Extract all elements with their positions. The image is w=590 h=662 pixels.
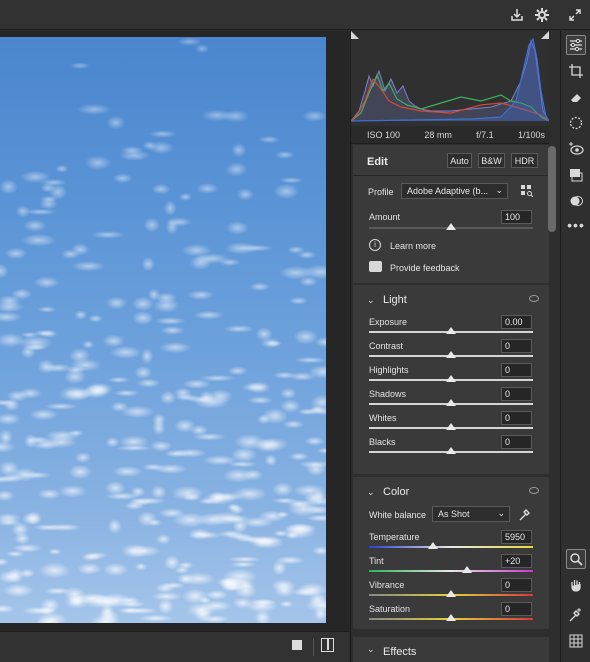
chevron-down-icon[interactable]: ⌄ xyxy=(367,644,375,655)
light-value-input[interactable]: 0 xyxy=(501,363,532,377)
amount-slider-thumb[interactable] xyxy=(446,223,456,230)
eyedropper-icon[interactable] xyxy=(519,507,531,521)
light-label: Whites xyxy=(369,413,397,423)
white-balance-value: As Shot xyxy=(438,509,470,519)
divider xyxy=(313,638,314,656)
top-toolbar xyxy=(0,0,590,30)
color-slider-thumb[interactable] xyxy=(462,566,473,573)
light-title: Light xyxy=(383,294,407,306)
exif-readout: ISO 100 28 mm f/7.1 1/100s xyxy=(351,126,549,144)
light-label: Blacks xyxy=(369,437,396,447)
auto-button[interactable]: Auto xyxy=(447,153,472,168)
color-label: Vibrance xyxy=(369,580,405,590)
color-slider-thumb[interactable] xyxy=(446,614,456,621)
visibility-eye-icon[interactable] xyxy=(529,487,539,494)
color-value-input[interactable]: 0 xyxy=(501,578,532,592)
settings-gear-icon[interactable] xyxy=(533,6,551,24)
hdr-button[interactable]: HDR xyxy=(511,153,538,168)
profile-label: Profile xyxy=(368,187,394,197)
profile-browser-icon[interactable] xyxy=(521,185,534,198)
color-label: Saturation xyxy=(369,604,411,614)
focal-length: 28 mm xyxy=(424,129,452,140)
edit-sliders-icon[interactable] xyxy=(566,35,586,55)
shutter-speed: 1/100s xyxy=(517,129,545,140)
panel-scrollbar[interactable] xyxy=(548,146,556,232)
amount-label: Amount xyxy=(369,212,401,222)
zoom-icon[interactable] xyxy=(566,549,586,569)
light-slider-thumb[interactable] xyxy=(446,351,456,358)
light-label: Exposure xyxy=(369,317,408,327)
light-label: Highlights xyxy=(369,365,409,375)
color-slider-track[interactable] xyxy=(369,570,533,572)
light-slider-thumb[interactable] xyxy=(446,375,456,382)
masking-icon[interactable] xyxy=(566,113,586,133)
eraser-icon[interactable] xyxy=(566,87,586,107)
color-slider-thumb[interactable] xyxy=(446,590,456,597)
profile-value: Adobe Adaptive (b... xyxy=(407,186,489,196)
light-slider-thumb[interactable] xyxy=(446,327,456,334)
before-after-icon[interactable] xyxy=(321,638,334,652)
info-icon: i xyxy=(369,239,381,251)
light-section: Light ⌄ Exposure 0.00 Contrast 0 Highlights 0… xyxy=(353,285,549,474)
edit-panel: ISO 100 28 mm f/7.1 1/100s Edit Auto B&W… xyxy=(350,31,560,662)
redeye-icon[interactable] xyxy=(566,139,586,159)
presets-icon[interactable] xyxy=(566,165,586,185)
effects-title: Effects xyxy=(383,646,417,658)
color-label: Tint xyxy=(369,556,384,566)
visibility-eye-icon[interactable] xyxy=(529,295,539,302)
color-section: Color ⌄ White balance As Shot ⌄ Temperat… xyxy=(353,477,549,629)
light-value-input[interactable]: 0.00 xyxy=(501,315,532,329)
effects-section: ⌄ Effects xyxy=(353,637,549,662)
color-label: Temperature xyxy=(369,532,420,542)
amount-input[interactable]: 100 xyxy=(501,210,532,224)
light-slider-thumb[interactable] xyxy=(446,399,456,406)
histogram xyxy=(350,31,550,126)
snapshots-icon[interactable] xyxy=(566,191,586,211)
color-slider-track[interactable] xyxy=(369,546,533,548)
color-value-input[interactable]: 5950 xyxy=(501,530,532,544)
export-icon[interactable] xyxy=(508,6,526,24)
photo-preview xyxy=(0,37,326,623)
light-value-input[interactable]: 0 xyxy=(501,435,532,449)
color-slider-thumb[interactable] xyxy=(427,542,438,549)
light-value-input[interactable]: 0 xyxy=(501,411,532,425)
color-sampler-icon[interactable] xyxy=(566,605,586,625)
fullscreen-icon[interactable] xyxy=(566,6,584,24)
edit-section: Edit Auto B&W HDR Profile Adobe Adaptive… xyxy=(353,145,549,283)
image-canvas[interactable] xyxy=(0,31,349,631)
light-value-input[interactable]: 0 xyxy=(501,339,532,353)
crop-icon[interactable] xyxy=(566,61,586,81)
white-balance-select[interactable]: As Shot ⌄ xyxy=(432,506,510,522)
bottom-bar xyxy=(0,631,349,662)
chevron-down-icon[interactable]: ⌄ xyxy=(367,295,375,306)
edit-title: Edit xyxy=(367,156,388,168)
aperture: f/7.1 xyxy=(476,129,494,140)
color-title: Color xyxy=(383,486,410,498)
learn-more-link[interactable]: Learn more xyxy=(390,241,436,251)
more-icon[interactable]: ••• xyxy=(566,215,586,235)
light-slider-thumb[interactable] xyxy=(446,423,456,430)
light-label: Contrast xyxy=(369,341,404,351)
profile-select[interactable]: Adobe Adaptive (b... ⌄ xyxy=(401,183,508,199)
chevron-down-icon: ⌄ xyxy=(495,185,503,195)
white-balance-label: White balance xyxy=(369,510,427,520)
bw-button[interactable]: B&W xyxy=(478,153,505,168)
color-value-input[interactable]: 0 xyxy=(501,602,532,616)
fit-view-icon[interactable] xyxy=(292,640,302,650)
provide-feedback-link[interactable]: Provide feedback xyxy=(390,263,460,273)
chevron-down-icon: ⌄ xyxy=(497,508,505,518)
light-value-input[interactable]: 0 xyxy=(501,387,532,401)
tool-strip: ••• xyxy=(560,31,590,662)
iso-value: ISO 100 xyxy=(367,129,401,140)
grid-icon[interactable] xyxy=(566,631,586,651)
feedback-icon xyxy=(369,261,382,272)
light-label: Shadows xyxy=(369,389,407,399)
color-value-input[interactable]: +20 xyxy=(501,554,532,568)
light-slider-thumb[interactable] xyxy=(446,447,456,454)
chevron-down-icon[interactable]: ⌄ xyxy=(367,487,375,498)
hand-icon[interactable] xyxy=(566,575,586,595)
